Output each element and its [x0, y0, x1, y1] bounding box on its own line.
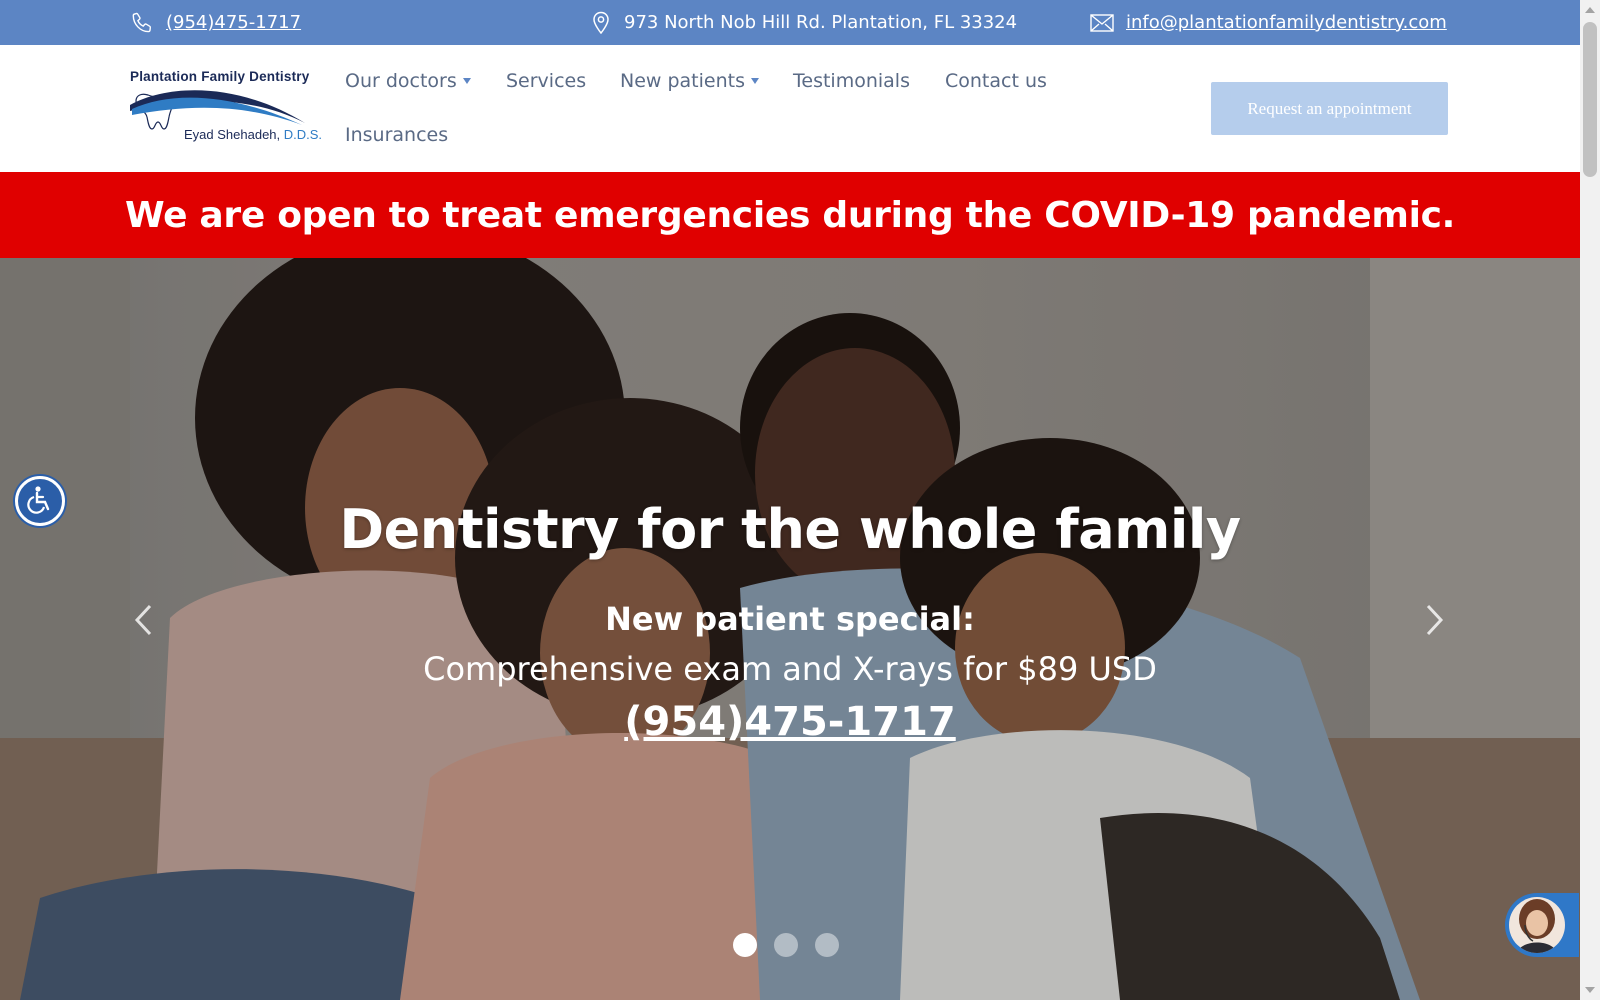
slider-pagination [733, 933, 839, 957]
nav-our-doctors[interactable]: Our doctors [345, 70, 471, 92]
hero-phone: (954)475-1717 [0, 699, 1580, 745]
nav-services[interactable]: Services [506, 70, 586, 92]
phone-icon [130, 11, 154, 35]
wheelchair-icon [25, 484, 55, 518]
logo-doctor: Eyad Shehadeh, D.D.S. [184, 127, 322, 142]
slider-prev-arrow-icon[interactable] [133, 603, 153, 641]
chat-widget-button[interactable] [1505, 893, 1579, 957]
scroll-up-icon[interactable] [1585, 7, 1595, 13]
hero-special-heading: New patient special: [605, 600, 975, 638]
topbar-phone-link[interactable]: (954)475-1717 [166, 12, 301, 33]
top-info-bar: (954)475-1717 973 North Nob Hill Rd. Pla… [0, 0, 1580, 45]
logo[interactable]: Plantation Family Dentistry Eyad Shehade… [128, 69, 322, 159]
caret-down-icon [462, 78, 471, 84]
nav-label: Services [506, 70, 587, 92]
caret-down-icon [751, 78, 759, 84]
scrollbar-thumb[interactable] [1583, 22, 1597, 177]
slider-dot-1[interactable] [733, 933, 757, 957]
hero-phone-link[interactable]: (954)475-1717 [624, 699, 955, 745]
nav-label: Our doctors [345, 70, 457, 92]
nav-label: Contact us [945, 70, 1047, 92]
slider-dot-3[interactable] [815, 933, 839, 957]
nav-new-patients[interactable]: New patients [620, 70, 759, 92]
topbar-phone[interactable]: (954)475-1717 [130, 0, 301, 45]
nav-insurances[interactable]: Insurances [345, 124, 448, 146]
topbar-email[interactable]: info@plantationfamilydentistry.com [1090, 0, 1447, 45]
chat-agent-avatar [1509, 897, 1565, 953]
nav-label: Testimonials [793, 70, 910, 92]
logo-name: Plantation Family Dentistry [130, 69, 310, 84]
hero-slider: Dentistry for the whole family New patie… [0, 258, 1580, 1000]
nav-contact-us[interactable]: Contact us [945, 70, 1047, 92]
page-scrollbar[interactable] [1580, 0, 1600, 1000]
topbar-address: 973 North Nob Hill Rd. Plantation, FL 33… [590, 0, 1017, 45]
hero-offer-text: Comprehensive exam and X-rays for $89 US… [423, 650, 1157, 688]
logo-credential: D.D.S. [283, 127, 323, 142]
accessibility-button[interactable] [15, 476, 65, 526]
nav-label: New patients [620, 70, 745, 92]
logo-doctor-name: Eyad Shehadeh, [184, 127, 284, 142]
address-text: 973 North Nob Hill Rd. Plantation, FL 33… [624, 12, 1018, 33]
covid-banner: We are open to treat emergencies during … [0, 172, 1580, 258]
nav-testimonials[interactable]: Testimonials [793, 70, 910, 92]
slider-next-arrow-icon[interactable] [1425, 603, 1445, 641]
email-link[interactable]: info@plantationfamilydentistry.com [1126, 12, 1447, 33]
request-appointment-button[interactable]: Request an appointment [1211, 82, 1448, 135]
nav-label: Insurances [345, 124, 449, 146]
site-header: Plantation Family Dentistry Eyad Shehade… [0, 45, 1580, 172]
location-pin-icon [590, 11, 612, 35]
hero-title: Dentistry for the whole family [339, 498, 1241, 561]
slider-dot-2[interactable] [774, 933, 798, 957]
covid-banner-text: We are open to treat emergencies during … [124, 194, 1456, 236]
scroll-down-icon[interactable] [1585, 987, 1595, 993]
envelope-icon [1090, 13, 1114, 32]
